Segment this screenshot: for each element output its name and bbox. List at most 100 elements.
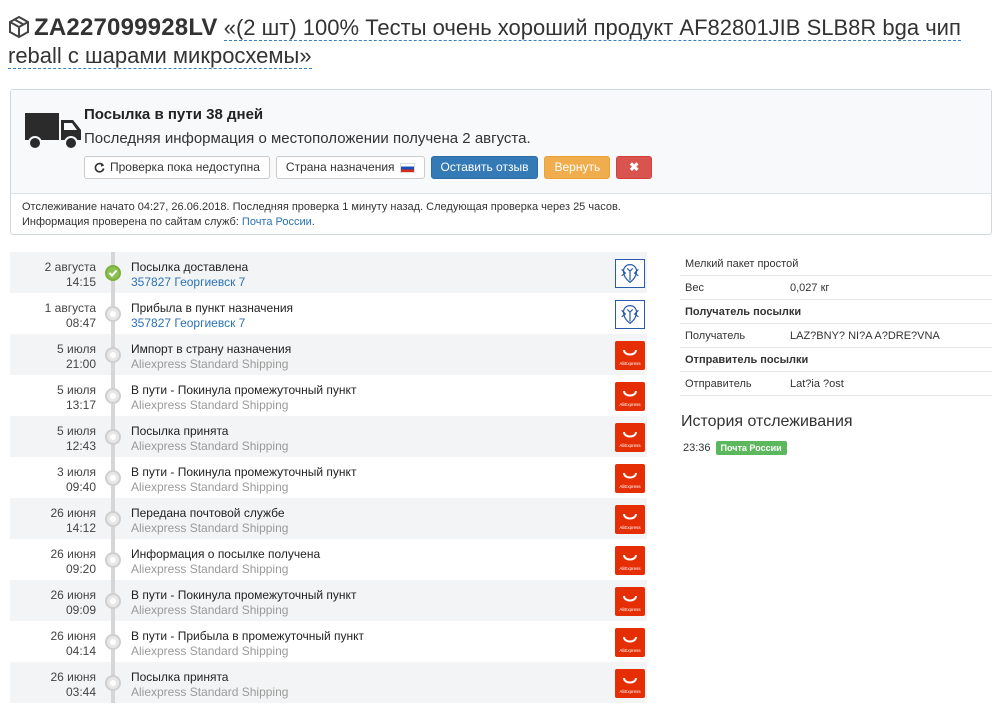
aliexpress-icon: AliExpress [615,546,645,575]
event-time: 09:40 [65,480,96,494]
timeline-marker [105,593,121,609]
event-datetime: 3 июля 09:40 [10,465,96,495]
event-date: 26 июня [50,547,96,561]
return-button[interactable]: Вернуть [544,156,611,179]
event-service: Aliexpress Standard Shipping [131,603,289,617]
event-time: 14:12 [65,521,96,535]
event-info: Импорт в страну назначения Aliexpress Sta… [131,342,291,372]
event-title: Посылка принята [131,424,229,438]
sender-label: Отправитель [685,378,752,390]
recipient-value: LAZ?BNY? NI?A A?DRE?VNA [790,330,940,342]
destination-country-button[interactable]: Страна назначения [275,156,425,179]
event-location-link[interactable]: 357827 Георгиевск 7 [131,275,248,290]
destination-country-label: Страна назначения [285,160,395,174]
aliexpress-logo-text: AliExpress [619,648,641,653]
aliexpress-logo-text: AliExpress [619,525,641,530]
event-datetime: 5 июля 12:43 [10,424,96,454]
event-title: В пути - Покинула промежуточный пункт [131,383,357,397]
sources-suffix: . [311,216,315,228]
recipient-row: Получатель LAZ?BNY? NI?A A?DRE?VNA [680,324,992,348]
aliexpress-icon: AliExpress [615,341,645,370]
timeline-marker [105,388,121,404]
event-title: Посылка принята [131,670,229,684]
aliexpress-logo-text: AliExpress [619,443,641,448]
event-time: 09:09 [65,603,96,617]
history-entry: 23:36 Почта России [683,441,787,455]
timeline-marker [105,552,121,568]
weight-label: Вес [685,282,704,294]
aliexpress-icon: AliExpress [615,382,645,411]
event-datetime: 2 августа 14:15 [10,260,96,290]
timeline-row: 5 июля 12:43 Посылка принята Aliexpress Sta… [10,416,647,457]
russia-flag-icon [399,162,415,173]
event-info: В пути - Прибыла в промежуточный пункт Al… [131,629,364,659]
aliexpress-logo-text: AliExpress [619,361,641,366]
package-type: Мелкий пакет простой [685,258,799,270]
package-type-row: Мелкий пакет простой [680,252,992,276]
check-unavailable-button[interactable]: Проверка пока недоступна [84,156,270,179]
event-title: Посылка доставлена [131,260,249,274]
leave-review-label: Оставить отзыв [440,160,529,174]
event-time: 03:44 [65,685,96,699]
timeline-row: 26 июня 09:09 В пути - Покинула промежуточ… [10,580,647,621]
event-title: В пути - Покинула промежуточный пункт [131,465,357,479]
timeline-row: 3 июля 09:40 В пути - Покинула промежуточн… [10,457,647,498]
aliexpress-logo-text: AliExpress [619,484,641,489]
event-date: 1 августа [44,301,96,315]
aliexpress-logo-text: AliExpress [619,689,641,694]
event-info: Посылка доставлена 357827 Георгиевск 7 [131,260,248,290]
timeline-marker [105,511,121,527]
timeline-row: 5 июля 21:00 Импорт в страну назначения Ali… [10,334,647,375]
return-label: Вернуть [554,160,601,174]
event-time: 21:00 [65,357,96,371]
timeline-row: 5 июля 13:17 В пути - Покинула промежуточн… [10,375,647,416]
delivered-marker [105,265,121,281]
recipient-header-text: Получатель посылки [685,306,802,318]
aliexpress-icon: AliExpress [615,628,645,657]
truck-icon [25,113,81,150]
event-service: Aliexpress Standard Shipping [131,480,289,494]
history-time: 23:36 [683,442,711,454]
timeline-marker [105,429,121,445]
event-info: В пути - Покинула промежуточный пункт Ali… [131,383,356,413]
timeline-row: 2 августа 14:15 Посылка доставлена 357827 Г… [10,252,647,293]
history-service-badge[interactable]: Почта России [715,441,787,455]
event-info: В пути - Покинула промежуточный пункт Ali… [131,465,356,495]
sources-line: Информация проверена по сайтам служб: По… [22,215,980,230]
event-service: Aliexpress Standard Shipping [131,685,289,699]
tracking-timeline: 2 августа 14:15 Посылка доставлена 357827 Г… [10,252,647,703]
russian-post-link[interactable]: Почта России [242,216,312,228]
tracking-number: ZA227099928LV [34,14,218,41]
event-info: Передана почтовой службе Aliexpress Stand… [131,506,288,536]
status-card: Посылка в пути 38 дней Последняя информа… [10,89,992,235]
timeline-marker [105,347,121,363]
status-card-header: Посылка в пути 38 дней Последняя информа… [11,90,991,194]
timeline-marker [105,634,121,650]
event-info: Прибыла в пункт назначения 357827 Георгие… [131,301,293,331]
delete-button[interactable]: ✖ [616,156,653,179]
aliexpress-icon: AliExpress [615,464,645,493]
event-info: В пути - Покинула промежуточный пункт Ali… [131,588,356,618]
event-title: Прибыла в пункт назначения [131,301,294,315]
recipient-label: Получатель [685,330,746,342]
event-time: 09:20 [65,562,96,576]
event-date: 5 июля [57,383,96,397]
event-date: 3 июля [57,465,96,479]
check-unavailable-label: Проверка пока недоступна [110,160,260,174]
event-info: Посылка принята Aliexpress Standard Shipp… [131,424,288,454]
sources-prefix: Информация проверена по сайтам служб: [22,216,242,228]
event-date: 26 июня [50,670,96,684]
timeline-marker [105,675,121,691]
aliexpress-logo-text: AliExpress [619,566,641,571]
event-date: 26 июня [50,506,96,520]
page-header: ZA227099928LV «(2 шт) 100% Тесты очень х… [8,14,993,70]
aliexpress-icon: AliExpress [615,423,645,452]
leave-review-button[interactable]: Оставить отзыв [430,156,539,179]
recipient-header: Получатель посылки [680,300,992,324]
event-location-link[interactable]: 357827 Георгиевск 7 [131,316,293,331]
event-date: 26 июня [50,588,96,602]
event-time: 04:14 [65,644,96,658]
timeline-marker [105,470,121,486]
weight-value: 0,027 кг [790,282,830,294]
tracking-meta-line: Отслеживание начато 04:27, 26.06.2018. П… [22,201,621,213]
